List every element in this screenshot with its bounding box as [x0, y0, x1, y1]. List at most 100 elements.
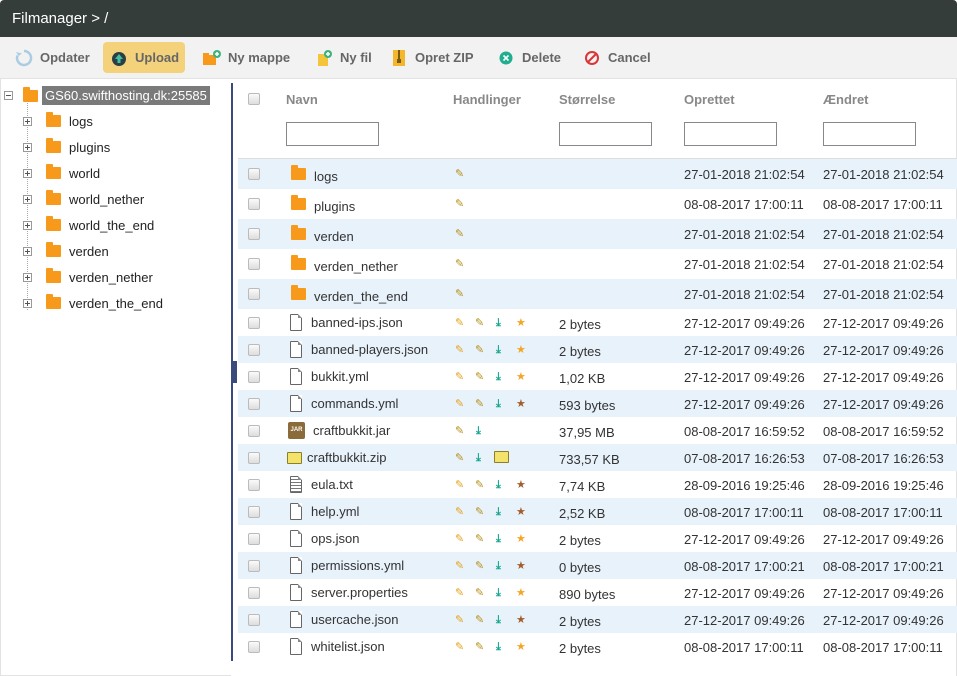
download-icon[interactable]: ⤓	[496, 533, 501, 545]
rename-icon[interactable]: ✎	[475, 398, 484, 410]
tree-item-world_nether[interactable]: world_nether	[23, 189, 144, 209]
favorite-star-icon[interactable]: ★	[516, 398, 526, 410]
column-modified[interactable]: Ændret	[823, 92, 869, 107]
file-name[interactable]: verden	[314, 229, 354, 244]
file-name[interactable]: banned-ips.json	[311, 315, 403, 330]
tree-item-verden_the_end[interactable]: verden_the_end	[23, 293, 163, 313]
favorite-star-icon[interactable]: ★	[516, 560, 526, 572]
file-row[interactable]: verden_nether ✎ 27-01-2018 21:02:54 27-01-2…	[238, 249, 957, 279]
rename-icon[interactable]: ✎	[475, 560, 484, 572]
tree-item-verden_nether[interactable]: verden_nether	[23, 267, 153, 287]
select-all-checkbox[interactable]	[248, 93, 260, 105]
file-row[interactable]: whitelist.json ✎ ✎ ⤓ ★ 2 bytes 08-08-2017 17:0…	[238, 633, 957, 660]
size-filter-input[interactable]	[559, 122, 652, 146]
upload-button[interactable]: Upload	[103, 42, 186, 73]
tree-item-plugins[interactable]: plugins	[23, 137, 110, 157]
favorite-star-icon[interactable]: ★	[516, 479, 526, 491]
name-filter-input[interactable]	[286, 122, 379, 146]
download-icon[interactable]: ⤓	[496, 479, 501, 491]
expand-icon[interactable]	[23, 220, 32, 230]
download-icon[interactable]: ⤓	[496, 398, 501, 410]
row-checkbox[interactable]	[248, 479, 260, 491]
row-checkbox[interactable]	[248, 425, 260, 437]
expand-icon[interactable]	[23, 142, 32, 152]
new-file-button[interactable]: Ny fil	[308, 42, 378, 73]
row-checkbox[interactable]	[248, 560, 260, 572]
rename-icon[interactable]: ✎	[475, 587, 484, 599]
download-icon[interactable]: ⤓	[496, 587, 501, 599]
file-name[interactable]: ops.json	[311, 531, 359, 546]
favorite-star-icon[interactable]: ★	[516, 641, 526, 653]
row-checkbox[interactable]	[248, 398, 260, 410]
edit-icon[interactable]: ✎	[455, 344, 464, 356]
refresh-button[interactable]: Opdater	[8, 42, 96, 73]
rename-icon[interactable]: ✎	[455, 198, 464, 210]
file-name[interactable]: verden_the_end	[314, 289, 408, 304]
file-row[interactable]: verden_the_end ✎ 27-01-2018 21:02:54 27-01-…	[238, 279, 957, 309]
edit-icon[interactable]: ✎	[455, 641, 464, 653]
file-row[interactable]: craftbukkit.zip ✎ ⤓ 733,57 KB 07-08-2017 16:…	[238, 444, 957, 471]
edit-icon[interactable]: ✎	[455, 371, 464, 383]
rename-icon[interactable]: ✎	[475, 614, 484, 626]
rename-icon[interactable]: ✎	[455, 168, 464, 180]
expand-icon[interactable]	[23, 298, 32, 308]
row-checkbox[interactable]	[248, 371, 260, 383]
cancel-button[interactable]: Cancel	[576, 42, 657, 73]
download-icon[interactable]: ⤓	[496, 344, 501, 356]
expand-icon[interactable]	[23, 116, 32, 126]
row-checkbox[interactable]	[248, 533, 260, 545]
row-checkbox[interactable]	[248, 317, 260, 329]
favorite-star-icon[interactable]: ★	[516, 506, 526, 518]
file-row[interactable]: logs ✎ 27-01-2018 21:02:54 27-01-2018 21:02…	[238, 159, 957, 189]
file-name[interactable]: logs	[314, 169, 338, 184]
file-name[interactable]: verden_nether	[314, 259, 398, 274]
tree-item-world_the_end[interactable]: world_the_end	[23, 215, 154, 235]
file-row[interactable]: commands.yml ✎ ✎ ⤓ ★ 593 bytes 27-12-2017 09:4…	[238, 390, 957, 417]
modified-filter-input[interactable]	[823, 122, 916, 146]
column-created[interactable]: Oprettet	[684, 92, 735, 107]
favorite-star-icon[interactable]: ★	[516, 533, 526, 545]
file-row[interactable]: verden ✎ 27-01-2018 21:02:54 27-01-2018 21:…	[238, 219, 957, 249]
rename-icon[interactable]: ✎	[475, 344, 484, 356]
row-checkbox[interactable]	[248, 288, 260, 300]
row-checkbox[interactable]	[248, 614, 260, 626]
collapse-icon[interactable]	[4, 91, 13, 100]
row-checkbox[interactable]	[248, 344, 260, 356]
file-name[interactable]: whitelist.json	[311, 639, 385, 654]
edit-icon[interactable]: ✎	[455, 587, 464, 599]
edit-icon[interactable]: ✎	[455, 560, 464, 572]
new-folder-button[interactable]: Ny mappe	[196, 42, 296, 73]
rename-icon[interactable]: ✎	[455, 288, 464, 300]
download-icon[interactable]: ⤓	[496, 317, 501, 329]
row-checkbox[interactable]	[248, 452, 260, 464]
created-filter-input[interactable]	[684, 122, 777, 146]
edit-icon[interactable]: ✎	[455, 317, 464, 329]
download-icon[interactable]: ⤓	[496, 614, 501, 626]
edit-icon[interactable]: ✎	[455, 398, 464, 410]
favorite-star-icon[interactable]: ★	[516, 587, 526, 599]
favorite-star-icon[interactable]: ★	[516, 344, 526, 356]
file-name[interactable]: craftbukkit.zip	[307, 450, 386, 465]
delete-button[interactable]: Delete	[490, 42, 567, 73]
rename-icon[interactable]: ✎	[475, 641, 484, 653]
row-checkbox[interactable]	[248, 587, 260, 599]
rename-icon[interactable]: ✎	[475, 533, 484, 545]
unzip-icon[interactable]	[494, 451, 509, 463]
file-row[interactable]: usercache.json ✎ ✎ ⤓ ★ 2 bytes 27-12-2017 09:4…	[238, 606, 957, 633]
rename-icon[interactable]: ✎	[475, 371, 484, 383]
expand-icon[interactable]	[23, 194, 32, 204]
rename-icon[interactable]: ✎	[455, 452, 464, 464]
file-row[interactable]: JAR craftbukkit.jar ✎ ⤓ 37,95 MB 08-08-2017 1…	[238, 417, 957, 444]
expand-icon[interactable]	[23, 272, 32, 282]
file-row[interactable]: banned-players.json ✎ ✎ ⤓ ★ 2 bytes 27-12-2017…	[238, 336, 957, 363]
row-checkbox[interactable]	[248, 506, 260, 518]
file-row[interactable]: ops.json ✎ ✎ ⤓ ★ 2 bytes 27-12-2017 09:49:26 27…	[238, 525, 957, 552]
tree-item-logs[interactable]: logs	[23, 111, 93, 131]
tree-root[interactable]: GS60.swifthosting.dk:25585	[4, 85, 210, 106]
file-name[interactable]: craftbukkit.jar	[313, 423, 390, 438]
file-row[interactable]: plugins ✎ 08-08-2017 17:00:11 08-08-2017 17…	[238, 189, 957, 219]
file-name[interactable]: plugins	[314, 199, 355, 214]
row-checkbox[interactable]	[248, 198, 260, 210]
file-row[interactable]: permissions.yml ✎ ✎ ⤓ ★ 0 bytes 08-08-2017 17:…	[238, 552, 957, 579]
download-icon[interactable]: ⤓	[496, 371, 501, 383]
